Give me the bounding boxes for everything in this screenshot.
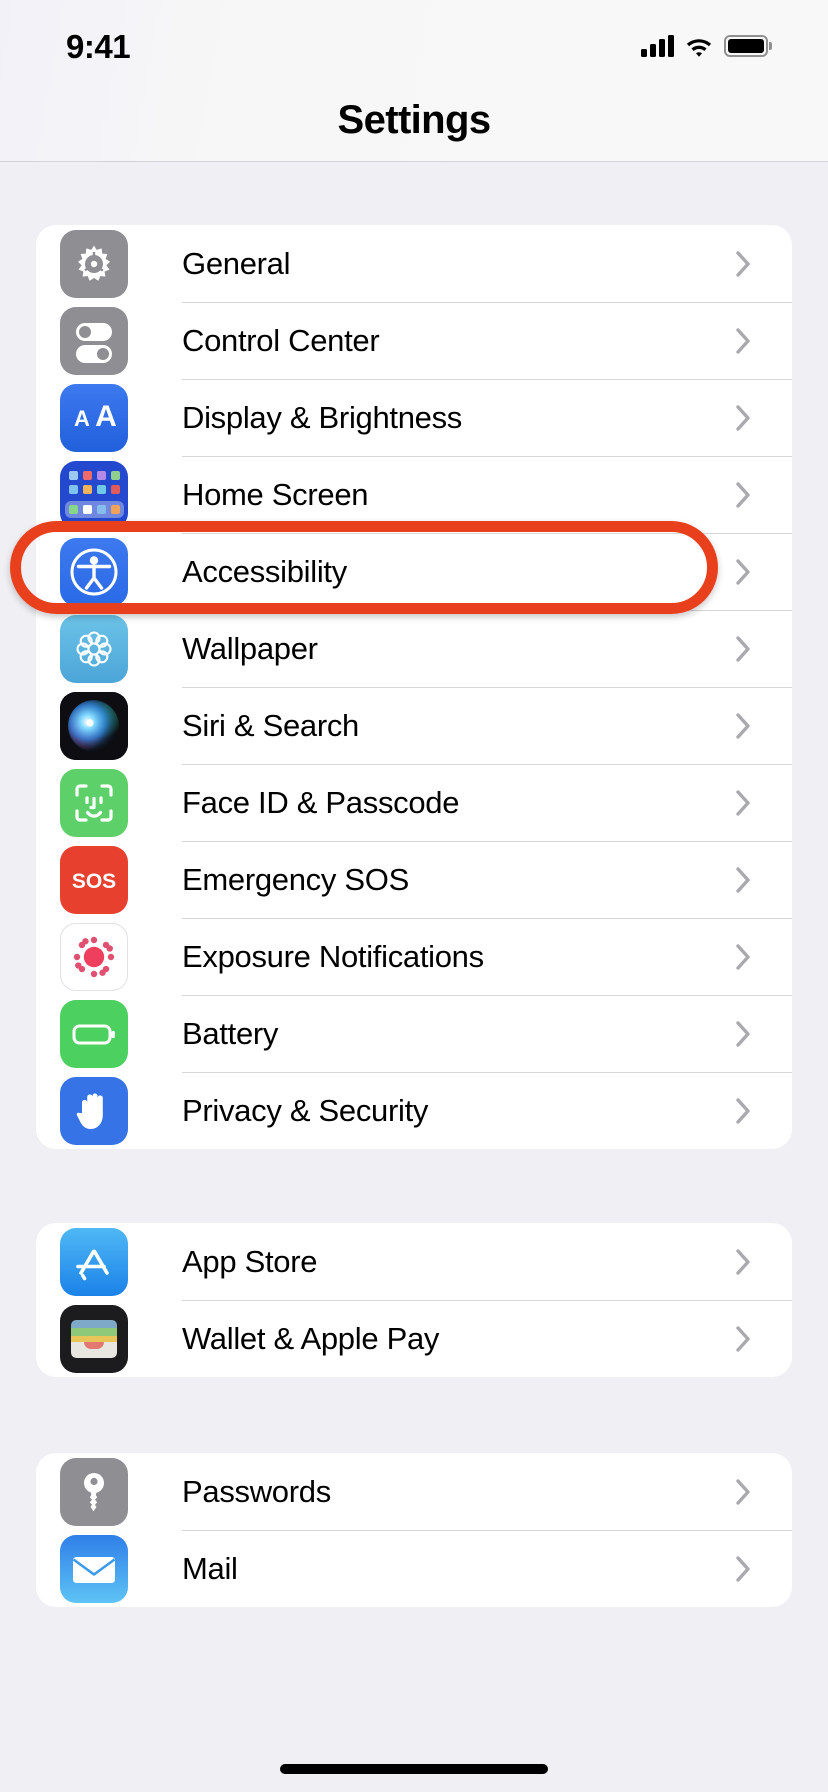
siri-orb-icon (60, 691, 128, 760)
settings-row-label: Siri & Search (182, 707, 359, 743)
settings-row-label: Wallpaper (182, 630, 318, 666)
settings-row-label: Exposure Notifications (182, 938, 484, 974)
battery-fill-level (728, 39, 764, 53)
settings-group-system: General Control Center A A Display & Bri… (36, 225, 792, 1149)
settings-row-label: Face ID & Passcode (182, 784, 460, 820)
status-bar-indicators (641, 35, 768, 57)
settings-group-stores: App Store Wallet & Apple Pay (36, 1223, 792, 1377)
status-bar: 9:41 (0, 0, 828, 92)
settings-row-privacy-security[interactable]: Privacy & Security (36, 1072, 792, 1149)
settings-row-label: Battery (182, 1015, 279, 1051)
settings-row-label: Emergency SOS (182, 861, 409, 897)
settings-scroll-view[interactable]: General Control Center A A Display & Bri… (0, 163, 828, 1792)
page-title: Settings (337, 98, 492, 142)
chevron-right-icon (722, 558, 764, 585)
settings-row-label: Privacy & Security (182, 1092, 429, 1128)
home-screen-grid-icon (60, 460, 128, 529)
settings-row-general[interactable]: General (36, 225, 792, 302)
display-brightness-aa-icon: A A (60, 383, 128, 452)
face-id-icon (60, 768, 128, 837)
settings-row-wallpaper[interactable]: Wallpaper (36, 610, 792, 687)
settings-row-control-center[interactable]: Control Center (36, 302, 792, 379)
settings-row-wallet-apple-pay[interactable]: Wallet & Apple Pay (36, 1300, 792, 1377)
gear-icon (60, 229, 128, 298)
key-icon (60, 1457, 128, 1526)
svg-text:SOS: SOS (72, 870, 116, 893)
settings-row-face-id-passcode[interactable]: Face ID & Passcode (36, 764, 792, 841)
settings-row-label: Passwords (182, 1473, 331, 1509)
home-indicator (280, 1764, 548, 1774)
chevron-right-icon (722, 481, 764, 508)
chevron-right-icon (722, 1555, 764, 1582)
privacy-hand-icon (60, 1076, 128, 1145)
wallet-icon (60, 1304, 128, 1373)
control-center-icon (60, 306, 128, 375)
settings-row-label: General (182, 245, 291, 281)
wifi-icon (686, 38, 712, 57)
battery-icon (724, 35, 768, 57)
settings-row-label: Home Screen (182, 476, 369, 512)
settings-row-battery[interactable]: Battery (36, 995, 792, 1072)
battery-green-icon (60, 999, 128, 1068)
settings-row-mail[interactable]: Mail (36, 1530, 792, 1607)
settings-row-siri-search[interactable]: Siri & Search (36, 687, 792, 764)
settings-row-label: Mail (182, 1550, 238, 1586)
chevron-right-icon (722, 1097, 764, 1124)
settings-row-label: Display & Brightness (182, 399, 463, 435)
settings-row-label: Accessibility (182, 553, 347, 589)
chevron-right-icon (722, 404, 764, 431)
svg-text:A: A (95, 400, 117, 433)
emergency-sos-icon: SOS (60, 845, 128, 914)
settings-row-passwords[interactable]: Passwords (36, 1453, 792, 1530)
status-bar-time: 9:41 (66, 27, 131, 65)
app-store-icon (60, 1227, 128, 1296)
accessibility-person-icon (60, 537, 128, 606)
chevron-right-icon (722, 250, 764, 277)
cellular-signal-icon (641, 35, 674, 57)
svg-text:A: A (74, 406, 90, 431)
settings-row-app-store[interactable]: App Store (36, 1223, 792, 1300)
settings-row-home-screen[interactable]: Home Screen (36, 456, 792, 533)
mail-icon (60, 1534, 128, 1603)
settings-row-accessibility[interactable]: Accessibility (36, 533, 792, 610)
chevron-right-icon (722, 1325, 764, 1352)
chevron-right-icon (722, 866, 764, 893)
chevron-right-icon (722, 635, 764, 662)
chevron-right-icon (722, 943, 764, 970)
settings-row-display-brightness[interactable]: A A Display & Brightness (36, 379, 792, 456)
settings-row-label: Wallet & Apple Pay (182, 1320, 440, 1356)
chevron-right-icon (722, 1478, 764, 1505)
chevron-right-icon (722, 1248, 764, 1275)
settings-group-accounts: Passwords Mail (36, 1453, 792, 1607)
settings-row-exposure-notifications[interactable]: Exposure Notifications (36, 918, 792, 995)
chevron-right-icon (722, 1020, 764, 1047)
settings-row-emergency-sos[interactable]: SOS Emergency SOS (36, 841, 792, 918)
wallpaper-flower-icon (60, 614, 128, 683)
exposure-notifications-icon (60, 922, 128, 991)
chevron-right-icon (722, 712, 764, 739)
chevron-right-icon (722, 327, 764, 354)
settings-row-label: Control Center (182, 322, 380, 358)
chevron-right-icon (722, 789, 764, 816)
settings-row-label: App Store (182, 1243, 318, 1279)
